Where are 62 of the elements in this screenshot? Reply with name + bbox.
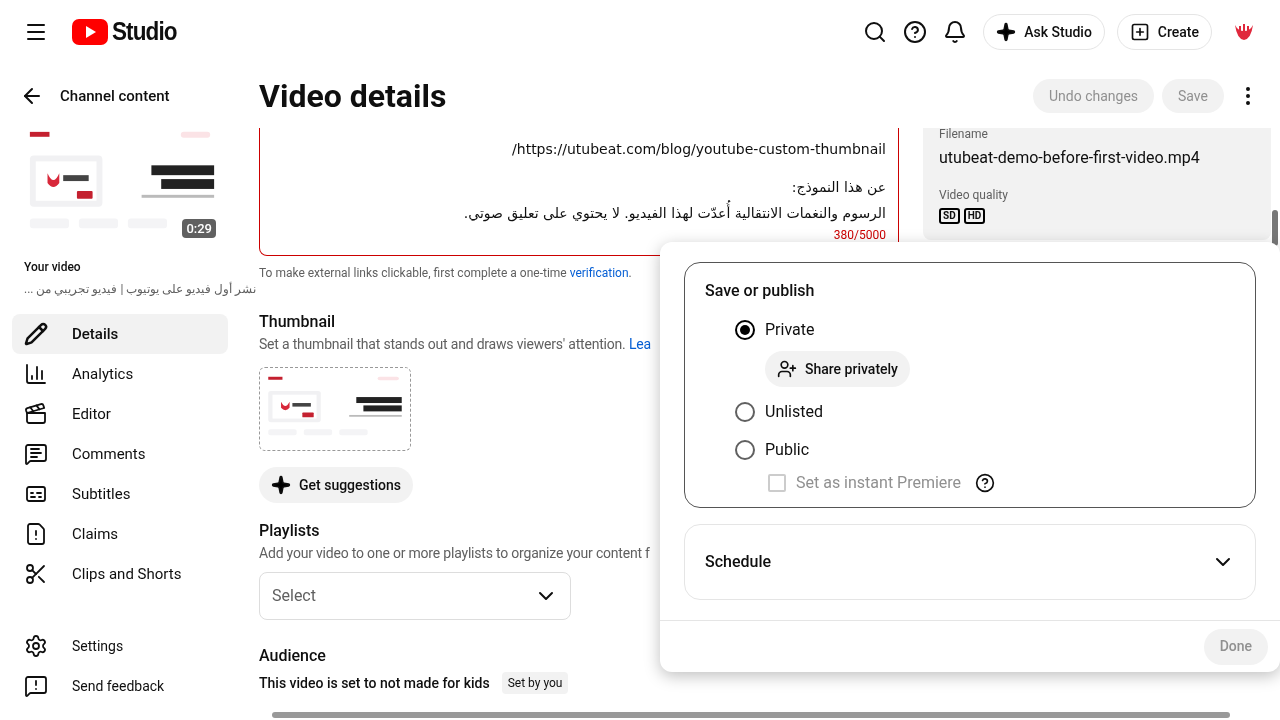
visibility-radio[interactable]: Private xyxy=(735,311,1235,349)
learn-more-link[interactable]: Lea xyxy=(628,336,651,352)
clapperboard-icon xyxy=(24,402,48,426)
video-title: نشر أول فيديو على يوتيوب | فيديو تجريبي من ... xyxy=(24,281,257,298)
description-line: عن هذا النموذج: xyxy=(791,178,886,198)
playlists-heading: Playlists xyxy=(259,520,320,542)
audience-heading: Audience xyxy=(259,645,326,667)
visibility-radio[interactable]: Unlisted xyxy=(735,393,1235,431)
quality-badge: HD xyxy=(963,208,986,224)
nav-item[interactable]: Send feedback xyxy=(12,666,228,706)
description-line: الرسوم والنغمات الانتقالية أُعدّت لهذا الفيديو. لا يحتوي على تعليق صوتي. xyxy=(463,200,886,226)
vertical-scrollbar[interactable] xyxy=(1272,210,1278,246)
comment-icon xyxy=(24,442,48,466)
help-icon[interactable] xyxy=(903,20,928,44)
publish-heading: Save or publish xyxy=(705,280,816,302)
set-by-you-chip: Set by you xyxy=(501,672,569,694)
help-icon[interactable] xyxy=(975,473,996,493)
quality-label: Video quality xyxy=(939,187,1009,204)
visibility-radio[interactable]: Public xyxy=(735,431,1235,469)
schedule-card[interactable]: Schedule xyxy=(684,524,1256,600)
nav-item[interactable]: Claims xyxy=(12,514,228,554)
thumbnail-heading: Thumbnail xyxy=(259,311,336,333)
nav-item[interactable]: Details xyxy=(12,314,228,354)
sparkle-icon xyxy=(996,22,1017,42)
settings-icon xyxy=(24,634,48,658)
premiere-label: Set as instant Premiere xyxy=(796,472,962,494)
get-suggestions-button[interactable]: Get suggestions xyxy=(259,467,413,503)
verification-link[interactable]: verification xyxy=(569,266,629,280)
description-line: /https://utubeat.com/blog/youtube-custom-thumbnail xyxy=(512,140,886,159)
notifications-icon[interactable] xyxy=(943,20,968,44)
verification-hint: To make external links clickable, first complete a one-time verification. xyxy=(259,265,632,282)
play-logo-icon xyxy=(72,19,108,45)
horizontal-scrollbar[interactable] xyxy=(272,712,1230,718)
share-privately-button[interactable]: Share privately xyxy=(765,351,910,387)
sparkle-icon xyxy=(271,475,291,495)
add-person-icon xyxy=(777,359,797,379)
back-link[interactable]: Channel content xyxy=(60,84,170,108)
logo-text: Studio xyxy=(112,16,177,48)
chart-icon xyxy=(24,362,48,386)
nav-item[interactable]: Subtitles xyxy=(12,474,228,514)
character-counter: 380/5000 xyxy=(833,227,886,244)
nav-item[interactable]: Comments xyxy=(12,434,228,474)
page-title: Video details xyxy=(259,76,447,117)
filename: utubeat-demo-before-first-video.mp4 xyxy=(939,147,1201,169)
thumbnail-description: Set a thumbnail that stands out and draws viewers' attention. Lea xyxy=(259,335,651,354)
duration-badge: 0:29 xyxy=(182,218,216,238)
scissors-icon xyxy=(24,562,48,586)
feedback-icon xyxy=(24,674,48,698)
filename-label: Filename xyxy=(939,128,989,140)
search-icon[interactable] xyxy=(863,20,888,44)
document-alert-icon xyxy=(24,522,48,546)
nav-item[interactable]: Settings xyxy=(12,626,228,666)
playlists-description: Add your video to one or more playlists to organize your content f xyxy=(259,544,650,563)
video-plus-icon xyxy=(1129,22,1150,42)
audience-status: This video is set to not made for kids xyxy=(259,673,490,693)
nav-item[interactable]: Analytics xyxy=(12,354,228,394)
video-label: Your video xyxy=(24,259,82,276)
pencil-icon xyxy=(24,322,48,346)
quality-badge: SD xyxy=(939,208,960,224)
nav-item[interactable]: Editor xyxy=(12,394,228,434)
nav-item[interactable]: Clips and Shorts xyxy=(12,554,228,594)
playlist-select[interactable]: Select xyxy=(259,572,571,620)
